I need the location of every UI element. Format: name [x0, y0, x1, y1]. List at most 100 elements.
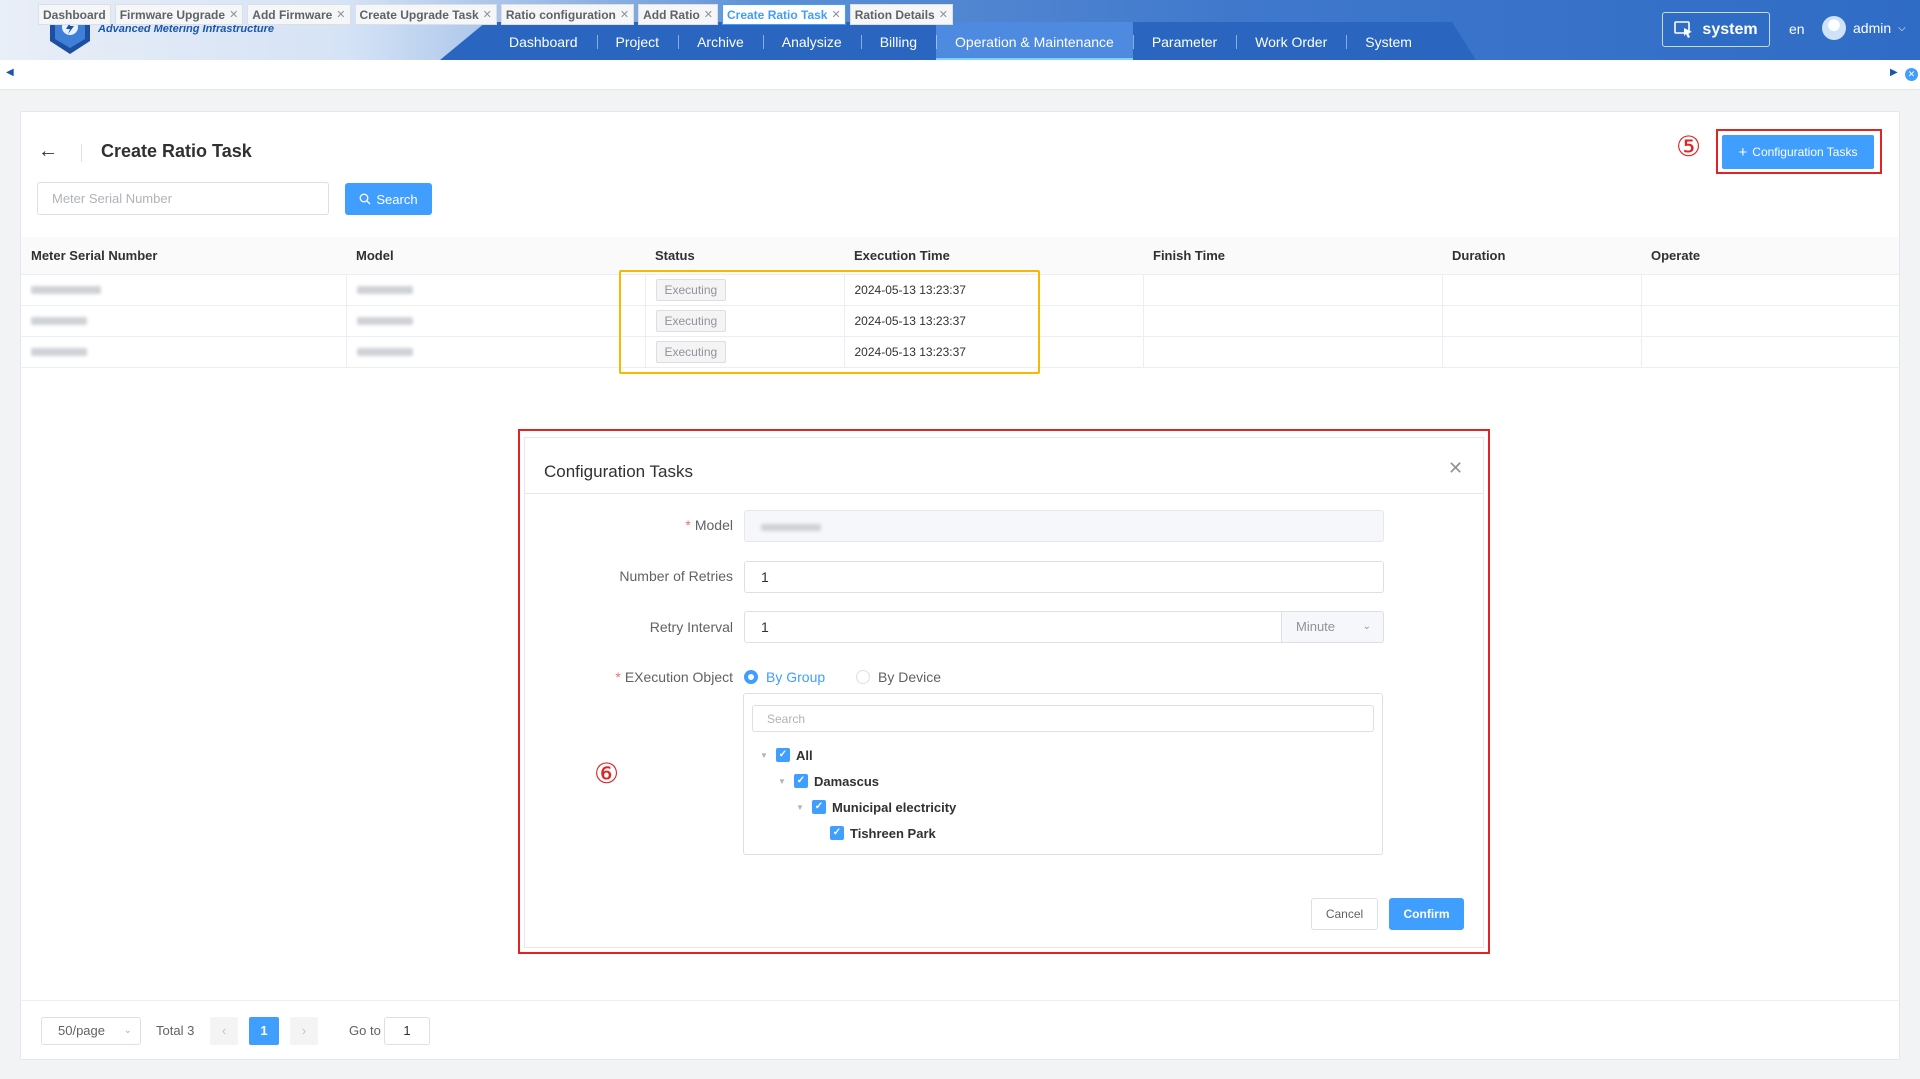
tab-ration-details[interactable]: Ration Details ✕ — [849, 4, 953, 25]
close-icon[interactable]: ✕ — [831, 8, 840, 21]
nav-dashboard[interactable]: Dashboard — [490, 22, 597, 60]
column-header: Meter Serial Number — [21, 237, 346, 275]
nav-archive[interactable]: Archive — [678, 22, 763, 60]
tree-node-all[interactable]: ▼ ✓ All — [760, 745, 813, 765]
tree-search-input[interactable] — [752, 705, 1374, 732]
nav-analysize[interactable]: Analysize — [762, 22, 861, 60]
model-field[interactable] — [744, 510, 1384, 542]
close-icon[interactable]: ✕ — [939, 8, 948, 21]
caret-down-icon[interactable]: ▼ — [760, 751, 770, 760]
tab-add-firmware[interactable]: Add Firmware ✕ — [247, 4, 351, 25]
table-header-row: Meter Serial Number Model Status Executi… — [21, 237, 1899, 275]
number-of-retries-input[interactable]: 1 — [744, 561, 1384, 593]
radio-by-device[interactable]: By Device — [856, 669, 941, 685]
dialog-header-divider — [524, 493, 1484, 494]
nav-work-order[interactable]: Work Order — [1236, 22, 1346, 60]
nav-project[interactable]: Project — [596, 22, 679, 60]
tabs-scroll-right-icon[interactable]: ▶ — [1890, 67, 1898, 78]
dialog-title: Configuration Tasks — [544, 462, 693, 481]
close-icon[interactable]: ✕ — [229, 8, 238, 21]
close-icon[interactable]: ✕ — [704, 8, 713, 21]
caret-down-icon[interactable]: ▼ — [778, 777, 788, 786]
configuration-tasks-button[interactable]: + Configuration Tasks — [1722, 135, 1874, 169]
retry-interval-input[interactable]: 1 — [744, 611, 1282, 643]
serial-cell — [21, 336, 347, 368]
annotation-marker-5: ⑤ — [1676, 131, 1702, 162]
operate-cell — [1641, 305, 1899, 337]
required-mark: * — [615, 669, 621, 685]
back-arrow-icon[interactable]: ← — [38, 140, 58, 163]
search-button[interactable]: Search — [345, 183, 432, 215]
tab-create-upgrade-task[interactable]: Create Upgrade Task ✕ — [354, 4, 497, 25]
chevron-down-icon: ⌄ — [123, 1025, 132, 1036]
tree-node-tishreen-park[interactable]: ✓ Tishreen Park — [814, 823, 936, 843]
next-page-button[interactable]: › — [290, 1017, 318, 1045]
redacted-value — [31, 316, 87, 325]
duration-cell — [1442, 274, 1642, 306]
serial-cell — [21, 274, 347, 306]
close-all-tabs-icon[interactable]: ✕ — [1905, 68, 1918, 81]
main-nav: Dashboard Project Archive Analysize Bill… — [490, 22, 1431, 60]
page-size-select[interactable]: 50/page ⌄ — [41, 1017, 141, 1045]
confirm-button[interactable]: Confirm — [1389, 898, 1464, 930]
tab-create-ratio-task[interactable]: Create Ratio Task ✕ — [722, 4, 846, 25]
prev-page-button[interactable]: ‹ — [210, 1017, 238, 1045]
system-label: system — [1702, 20, 1758, 38]
goto-page-input[interactable]: 1 — [384, 1017, 430, 1045]
tree-node-municipal-electricity[interactable]: ▼ ✓ Municipal electricity — [796, 797, 956, 817]
model-cell — [346, 274, 646, 306]
chevron-down-icon: ⌄ — [1362, 621, 1371, 632]
nav-operation-maintenance[interactable]: Operation & Maintenance — [936, 22, 1133, 60]
redacted-value — [31, 347, 87, 356]
goto-label: Go to — [349, 1023, 381, 1038]
column-header: Status — [645, 237, 844, 275]
close-icon[interactable]: ✕ — [483, 8, 492, 21]
tab-ratio-configuration[interactable]: Ratio configuration ✕ — [500, 4, 635, 25]
user-name: admin — [1853, 20, 1892, 36]
tab-firmware-upgrade[interactable]: Firmware Upgrade ✕ — [114, 4, 244, 25]
cursor-window-icon — [1674, 20, 1693, 38]
redacted-value — [356, 285, 413, 294]
nav-billing[interactable]: Billing — [860, 22, 936, 60]
model-cell — [346, 336, 646, 368]
meter-serial-search-input[interactable] — [37, 182, 329, 215]
system-switch-button[interactable]: system — [1662, 12, 1770, 47]
close-icon[interactable]: ✕ — [336, 8, 345, 21]
caret-down-icon[interactable]: ▼ — [796, 803, 806, 812]
column-header: Finish Time — [1143, 237, 1442, 275]
close-icon[interactable]: ✕ — [1448, 458, 1463, 479]
annotation-yellow-box-status — [619, 270, 1040, 374]
checkbox-checked-icon[interactable]: ✓ — [830, 826, 844, 840]
cancel-button[interactable]: Cancel — [1311, 898, 1378, 930]
nav-system[interactable]: System — [1346, 22, 1431, 60]
redacted-value — [761, 524, 821, 531]
operate-cell — [1641, 336, 1899, 368]
model-cell — [346, 305, 646, 337]
model-label: * Model — [685, 517, 733, 533]
nav-parameter[interactable]: Parameter — [1132, 22, 1236, 60]
interval-unit-select[interactable]: Minute ⌄ — [1282, 611, 1384, 643]
redacted-value — [356, 347, 413, 356]
required-mark: * — [685, 517, 691, 533]
redacted-value — [356, 316, 413, 325]
search-icon — [359, 193, 371, 205]
user-menu[interactable]: admin ⌵ — [1822, 16, 1906, 40]
tab-dashboard[interactable]: Dashboard — [38, 4, 111, 25]
checkbox-checked-icon[interactable]: ✓ — [812, 800, 826, 814]
checkbox-checked-icon[interactable]: ✓ — [794, 774, 808, 788]
tree-node-damascus[interactable]: ▼ ✓ Damascus — [778, 771, 879, 791]
tabs-scroll-left-icon[interactable]: ◀ — [6, 67, 14, 78]
annotation-marker-6: ⑥ — [594, 758, 620, 789]
radio-by-group[interactable]: By Group — [744, 669, 825, 685]
tab-add-ratio[interactable]: Add Ratio ✕ — [638, 4, 718, 25]
language-switch[interactable]: en — [1789, 21, 1805, 37]
pager-divider — [21, 1000, 1899, 1001]
finish-time-cell — [1143, 274, 1443, 306]
page-number-current[interactable]: 1 — [249, 1017, 279, 1045]
close-icon[interactable]: ✕ — [620, 8, 629, 21]
radio-unchecked-icon — [856, 670, 870, 684]
serial-cell — [21, 305, 347, 337]
open-tabs: Dashboard Firmware Upgrade ✕ Add Firmware… — [38, 4, 953, 25]
checkbox-checked-icon[interactable]: ✓ — [776, 748, 790, 762]
page-title: Create Ratio Task — [101, 141, 252, 161]
